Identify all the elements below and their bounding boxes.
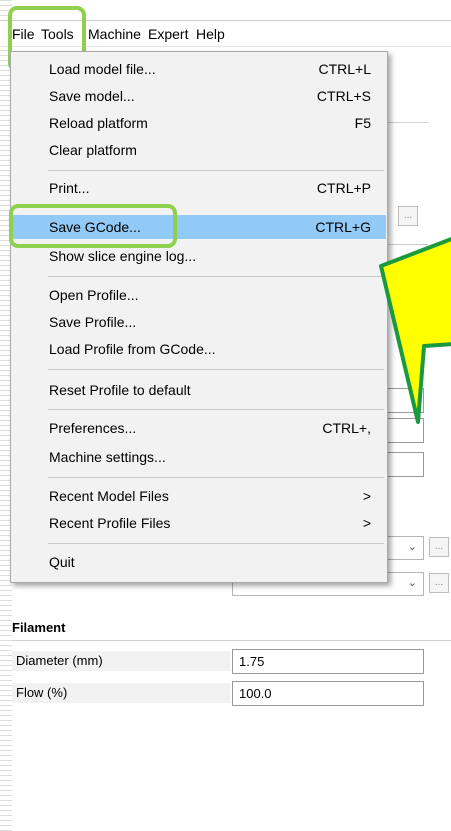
menu-item-quit[interactable]: Quit: [12, 550, 386, 574]
divider: [12, 640, 451, 641]
menu-item-label: Clear platform: [49, 142, 137, 158]
menu-item-label: Recent Profile Files: [49, 515, 171, 531]
highlight-save-gcode: [9, 204, 177, 248]
submenu-arrow-icon: >: [362, 488, 371, 504]
filament-section-title: Filament: [12, 620, 66, 635]
ellipsis-button[interactable]: ...: [398, 206, 418, 226]
menu-item-label: Quit: [49, 554, 75, 570]
menu-item-clear-platform[interactable]: Clear platform: [12, 138, 386, 162]
menu-item-reset-profile[interactable]: Reset Profile to default: [12, 378, 386, 402]
menu-item-recent-models[interactable]: Recent Model Files >: [12, 484, 386, 508]
submenu-arrow-icon: >: [362, 515, 371, 531]
menu-item-label: Open Profile...: [49, 287, 139, 303]
chevron-down-icon: ⌄: [407, 541, 417, 553]
menu-item-save-model[interactable]: Save model... CTRL+S: [12, 84, 386, 108]
chevron-down-icon: ⌄: [407, 577, 417, 589]
menu-separator: [48, 477, 384, 478]
menu-separator: [48, 543, 384, 544]
menu-machine[interactable]: Machine: [88, 25, 141, 43]
menu-help[interactable]: Help: [196, 25, 225, 43]
menu-item-label: Reload platform: [49, 115, 148, 131]
menu-item-load-profile-gcode[interactable]: Load Profile from GCode...: [12, 337, 386, 361]
menu-item-preferences[interactable]: Preferences... CTRL+,: [12, 416, 386, 440]
divider: [388, 122, 428, 123]
menu-expert[interactable]: Expert: [148, 25, 188, 43]
shortcut-label: CTRL+L: [318, 61, 371, 77]
shortcut-label: CTRL+,: [322, 420, 371, 436]
shortcut-label: CTRL+S: [316, 88, 371, 104]
menu-item-print[interactable]: Print... CTRL+P: [12, 176, 386, 200]
menu-separator: [48, 276, 384, 277]
shortcut-label: F5: [354, 115, 371, 131]
menu-item-label: Load Profile from GCode...: [49, 341, 216, 357]
ellipsis-button[interactable]: ...: [429, 573, 449, 593]
menu-item-recent-profiles[interactable]: Recent Profile Files >: [12, 511, 386, 535]
flow-input[interactable]: 100.0: [232, 681, 424, 706]
menu-item-label: Save Profile...: [49, 314, 137, 330]
diameter-label: Diameter (mm): [12, 651, 230, 671]
shortcut-label: CTRL+P: [316, 180, 371, 196]
menu-item-label: Preferences...: [49, 420, 137, 436]
menu-item-machine-settings[interactable]: Machine settings...: [12, 445, 386, 469]
menu-item-label: Print...: [49, 180, 90, 196]
menu-item-load-model[interactable]: Load model file... CTRL+L: [12, 57, 386, 81]
menu-item-label: Machine settings...: [49, 449, 166, 465]
menu-item-label: Save model...: [49, 88, 135, 104]
callout-arrow: [379, 237, 451, 424]
menu-separator: [48, 170, 384, 171]
menu-item-open-profile[interactable]: Open Profile...: [12, 283, 386, 307]
menu-separator: [48, 409, 384, 410]
menu-item-label: Reset Profile to default: [49, 382, 191, 398]
ellipsis-button[interactable]: ...: [429, 537, 449, 557]
flow-label: Flow (%): [12, 683, 230, 703]
shortcut-label: CTRL+G: [315, 219, 371, 235]
menu-item-label: Load model file...: [49, 61, 156, 77]
menu-item-label: Recent Model Files: [49, 488, 169, 504]
menu-separator: [48, 369, 384, 370]
file-menu-dropdown: Load model file... CTRL+L Save model... …: [10, 51, 388, 583]
diameter-input[interactable]: 1.75: [232, 649, 424, 674]
menu-item-save-profile[interactable]: Save Profile...: [12, 310, 386, 334]
menu-item-reload-platform[interactable]: Reload platform F5: [12, 111, 386, 135]
